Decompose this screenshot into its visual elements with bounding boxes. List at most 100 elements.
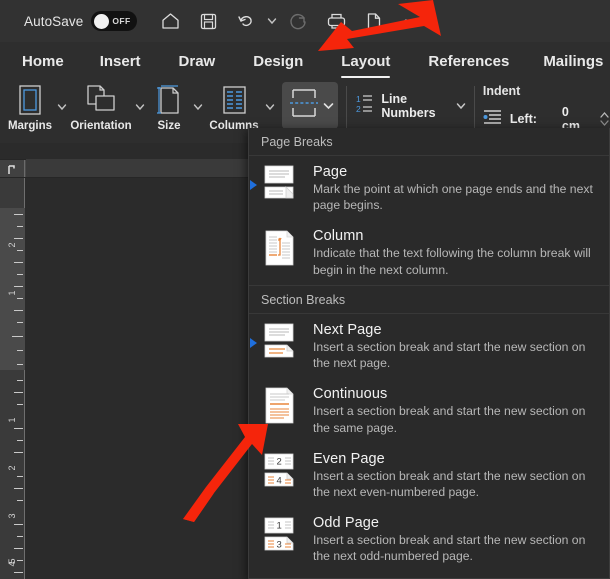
save-icon[interactable] (189, 0, 227, 42)
tab-mailings[interactable]: Mailings (543, 42, 603, 80)
quick-access-toolbar: AutoSave OFF (0, 0, 610, 42)
tab-layout[interactable]: Layout (341, 42, 390, 80)
tab-home-label: Home (22, 53, 64, 70)
print-icon[interactable] (317, 0, 355, 42)
ribbon-tab-bar: Home Insert Draw Design Layout Reference… (0, 42, 610, 80)
indent-left-icon (483, 109, 503, 130)
vruler-num-5: 5 (7, 555, 17, 567)
tab-references[interactable]: References (428, 42, 509, 80)
tab-references-label: References (428, 53, 509, 70)
menu-item-page-text: Page Mark the point at which one page en… (313, 163, 601, 213)
margins-button[interactable]: Margins (6, 80, 54, 142)
menu-item-next-page[interactable]: Next Page Insert a section break and sta… (249, 314, 609, 378)
even-page-break-icon: 2 4 (259, 450, 303, 494)
orientation-label: Orientation (70, 120, 131, 132)
size-label: Size (157, 120, 180, 132)
indent-left-label: Left: (510, 112, 537, 126)
page-break-icon (259, 163, 303, 207)
autosave-state-label: OFF (112, 16, 130, 26)
menu-item-odd-page-desc: Insert a section break and start the new… (313, 532, 601, 564)
undo-chevron-down-icon[interactable] (265, 0, 279, 42)
tab-insert-label: Insert (100, 53, 141, 70)
columns-icon (219, 83, 249, 119)
menu-item-even-page-text: Even Page Insert a section break and sta… (313, 450, 601, 500)
menu-item-column-text: Column Indicate that the text following … (313, 227, 601, 277)
tab-mailings-label: Mailings (543, 53, 603, 70)
size-button[interactable]: Size (148, 80, 190, 142)
menu-item-page-desc: Mark the point at which one page ends an… (313, 181, 601, 213)
size-icon (154, 83, 184, 119)
menu-item-odd-page-title: Odd Page (313, 515, 601, 531)
tab-layout-label: Layout (341, 53, 390, 70)
selection-marker-next-page-icon (250, 338, 257, 348)
vruler-num-1-top: 1 (7, 287, 17, 299)
tab-design[interactable]: Design (253, 42, 303, 80)
line-numbers-label: Line Numbers (381, 92, 450, 120)
line-numbers-chevron-down-icon[interactable] (456, 97, 466, 115)
indent-group: Indent Left: 0 cm (483, 80, 610, 133)
tab-draw[interactable]: Draw (179, 42, 216, 80)
menu-item-next-page-desc: Insert a section break and start the new… (313, 339, 601, 371)
vertical-ruler[interactable]: 2 1 1 2 3 4 5 (0, 178, 25, 579)
tab-home[interactable]: Home (22, 42, 64, 80)
vruler-num-2-top: 2 (7, 239, 17, 251)
odd-page-badge-bottom: 3 (277, 540, 282, 551)
more-options-icon[interactable] (393, 0, 431, 42)
redo-icon (279, 0, 317, 42)
tab-draw-label: Draw (179, 53, 216, 70)
even-page-badge-bottom: 4 (277, 475, 282, 486)
menu-item-column[interactable]: Column Indicate that the text following … (249, 220, 609, 284)
orientation-chevron-down-icon[interactable] (132, 80, 148, 128)
menu-item-continuous-desc: Insert a section break and start the new… (313, 403, 601, 435)
margins-icon (15, 83, 45, 119)
menu-item-next-page-title: Next Page (313, 322, 601, 338)
indent-title: Indent (483, 84, 610, 98)
autosave-toggle[interactable]: OFF (91, 11, 137, 31)
menu-item-continuous-text: Continuous Insert a section break and st… (313, 385, 601, 435)
menu-item-even-page[interactable]: 2 4 Even Page Insert a section break and… (249, 443, 609, 507)
tab-insert[interactable]: Insert (100, 42, 141, 80)
continuous-break-icon (259, 385, 303, 429)
margins-label: Margins (8, 120, 52, 132)
svg-text:2: 2 (356, 104, 361, 114)
menu-item-column-title: Column (313, 228, 601, 244)
new-document-icon[interactable] (355, 0, 393, 42)
menu-item-page[interactable]: Page Mark the point at which one page en… (249, 156, 609, 220)
tab-design-label: Design (253, 53, 303, 70)
vruler-num-2: 2 (7, 462, 17, 474)
home-icon[interactable] (151, 0, 189, 42)
undo-icon[interactable] (227, 0, 265, 42)
menu-item-column-desc: Indicate that the text following the col… (313, 245, 601, 277)
menu-item-next-page-text: Next Page Insert a section break and sta… (313, 321, 601, 371)
breaks-dropdown-menu: Page Breaks Page Mark the point at which… (248, 128, 610, 579)
orientation-button[interactable]: Orientation (70, 80, 132, 142)
indent-left-stepper[interactable] (599, 111, 610, 127)
size-chevron-down-icon[interactable] (190, 80, 206, 128)
line-numbers-button[interactable]: 1 2 Line Numbers (355, 80, 466, 128)
menu-item-even-page-desc: Insert a section break and start the new… (313, 468, 601, 500)
columns-chevron-down-icon[interactable] (262, 80, 278, 128)
menu-item-continuous[interactable]: Continuous Insert a section break and st… (249, 378, 609, 442)
orientation-icon (83, 83, 119, 119)
menu-header-page-breaks: Page Breaks (249, 128, 609, 156)
menu-header-section-breaks: Section Breaks (249, 285, 609, 314)
ribbon-separator-2 (474, 86, 475, 130)
margins-chevron-down-icon[interactable] (54, 80, 70, 128)
word-window: AutoSave OFF Home (0, 0, 610, 579)
vruler-num-1: 1 (7, 414, 17, 426)
menu-item-continuous-title: Continuous (313, 386, 601, 402)
breaks-chevron-down-icon[interactable] (323, 97, 334, 115)
odd-page-break-icon: 1 3 (259, 514, 303, 558)
menu-item-odd-page-text: Odd Page Insert a section break and star… (313, 514, 601, 564)
even-page-badge-top: 2 (277, 456, 282, 467)
line-numbers-icon: 1 2 (355, 93, 375, 120)
autosave-toggle-knob (94, 14, 109, 29)
svg-text:1: 1 (356, 94, 361, 104)
next-page-break-icon (259, 321, 303, 365)
autosave-label: AutoSave (24, 14, 83, 29)
menu-item-page-title: Page (313, 164, 601, 180)
column-break-icon (259, 227, 303, 271)
selection-marker-page-icon (250, 180, 257, 190)
breaks-button[interactable] (282, 82, 338, 129)
menu-item-odd-page[interactable]: 1 3 Odd Page Insert a section break and … (249, 507, 609, 571)
